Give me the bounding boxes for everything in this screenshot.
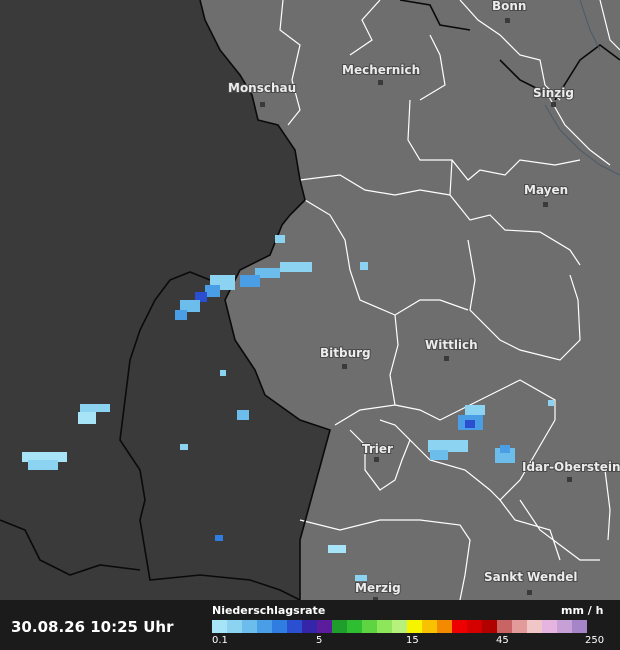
legend-title: Niederschlagsrate — [212, 604, 326, 617]
legend-swatch — [242, 620, 257, 633]
legend-swatch — [557, 620, 572, 633]
city-marker — [342, 364, 347, 369]
city-marker — [527, 590, 532, 595]
legend-swatch — [542, 620, 557, 633]
legend-swatch — [257, 620, 272, 633]
legend-color-scale — [212, 620, 587, 633]
city-label: Idar-Oberstein — [522, 460, 620, 474]
city-marker — [567, 477, 572, 482]
legend-swatch — [497, 620, 512, 633]
map-canvas[interactable]: Bonn Mechernich Monschau Sinzig Mayen Bi… — [0, 0, 620, 650]
city-label: Merzig — [355, 581, 401, 595]
legend-swatch — [512, 620, 527, 633]
legend-tick: 5 — [316, 635, 323, 646]
legend-swatch — [407, 620, 422, 633]
city-marker — [505, 18, 510, 23]
legend-swatch — [482, 620, 497, 633]
legend-tick: 0.1 — [212, 635, 228, 646]
legend-swatch — [212, 620, 227, 633]
city-marker — [551, 102, 556, 107]
legend-swatch — [527, 620, 542, 633]
legend-tick: 15 — [406, 635, 419, 646]
legend-swatch — [287, 620, 302, 633]
legend-swatch — [392, 620, 407, 633]
city-label: Monschau — [228, 81, 296, 95]
legend-swatch — [347, 620, 362, 633]
legend-swatch — [452, 620, 467, 633]
legend-tick: 45 — [496, 635, 509, 646]
city-label: Mayen — [524, 183, 568, 197]
city-label: Sinzig — [533, 86, 574, 100]
legend-tick: 250 — [585, 635, 605, 646]
city-marker — [260, 102, 265, 107]
city-label: Bitburg — [320, 346, 371, 360]
legend-unit: mm / h — [561, 604, 604, 617]
city-label: Bonn — [492, 0, 526, 13]
legend-swatch — [302, 620, 317, 633]
legend-swatch — [272, 620, 287, 633]
city-label: Trier — [362, 442, 393, 456]
legend-swatch — [332, 620, 347, 633]
city-marker — [378, 80, 383, 85]
city-label: Mechernich — [342, 63, 420, 77]
legend-swatch — [227, 620, 242, 633]
timestamp: 30.08.26 10:25 Uhr — [11, 618, 174, 636]
city-marker — [543, 202, 548, 207]
legend-swatch — [467, 620, 482, 633]
footer-bar: 30.08.26 10:25 Uhr Niederschlagsrate mm … — [0, 600, 620, 650]
city-label: Wittlich — [425, 338, 478, 352]
legend-swatch — [362, 620, 377, 633]
city-marker — [444, 356, 449, 361]
city-label: Sankt Wendel — [484, 570, 578, 584]
legend-swatch — [572, 620, 587, 633]
legend-swatch — [317, 620, 332, 633]
legend-swatch — [377, 620, 392, 633]
city-marker — [374, 457, 379, 462]
legend-swatch — [437, 620, 452, 633]
legend-swatch — [422, 620, 437, 633]
